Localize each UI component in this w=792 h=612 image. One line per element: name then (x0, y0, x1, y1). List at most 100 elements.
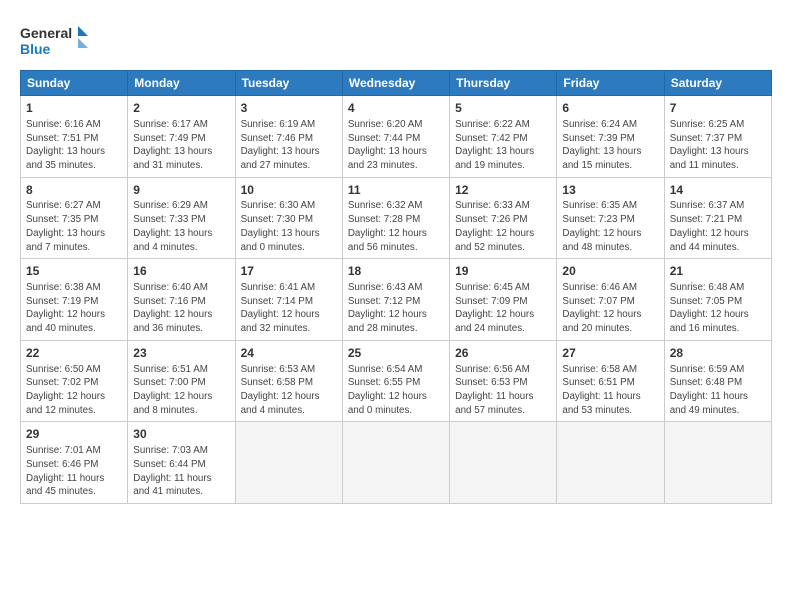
day-info: Sunrise: 6:46 AM Sunset: 7:07 PM Dayligh… (562, 281, 658, 336)
calendar-cell: 23Sunrise: 6:51 AM Sunset: 7:00 PM Dayli… (128, 340, 235, 422)
calendar-cell (664, 422, 771, 504)
calendar-cell: 28Sunrise: 6:59 AM Sunset: 6:48 PM Dayli… (664, 340, 771, 422)
day-number: 4 (348, 100, 444, 117)
day-number: 26 (455, 345, 551, 362)
day-info: Sunrise: 6:59 AM Sunset: 6:48 PM Dayligh… (670, 363, 766, 418)
day-info: Sunrise: 6:40 AM Sunset: 7:16 PM Dayligh… (133, 281, 229, 336)
day-info: Sunrise: 6:22 AM Sunset: 7:42 PM Dayligh… (455, 118, 551, 173)
calendar-cell: 24Sunrise: 6:53 AM Sunset: 6:58 PM Dayli… (235, 340, 342, 422)
day-info: Sunrise: 6:19 AM Sunset: 7:46 PM Dayligh… (241, 118, 337, 173)
day-number: 11 (348, 182, 444, 199)
day-info: Sunrise: 6:27 AM Sunset: 7:35 PM Dayligh… (26, 199, 122, 254)
day-number: 16 (133, 263, 229, 280)
calendar-cell: 30Sunrise: 7:03 AM Sunset: 6:44 PM Dayli… (128, 422, 235, 504)
calendar-cell: 25Sunrise: 6:54 AM Sunset: 6:55 PM Dayli… (342, 340, 449, 422)
day-number: 28 (670, 345, 766, 362)
calendar-cell: 17Sunrise: 6:41 AM Sunset: 7:14 PM Dayli… (235, 259, 342, 341)
calendar-cell: 9Sunrise: 6:29 AM Sunset: 7:33 PM Daylig… (128, 177, 235, 259)
day-info: Sunrise: 6:48 AM Sunset: 7:05 PM Dayligh… (670, 281, 766, 336)
calendar-cell (342, 422, 449, 504)
day-number: 18 (348, 263, 444, 280)
day-header-thursday: Thursday (450, 71, 557, 96)
calendar-cell: 22Sunrise: 6:50 AM Sunset: 7:02 PM Dayli… (21, 340, 128, 422)
day-info: Sunrise: 6:35 AM Sunset: 7:23 PM Dayligh… (562, 199, 658, 254)
calendar-cell: 7Sunrise: 6:25 AM Sunset: 7:37 PM Daylig… (664, 96, 771, 178)
calendar-cell (450, 422, 557, 504)
calendar-cell: 14Sunrise: 6:37 AM Sunset: 7:21 PM Dayli… (664, 177, 771, 259)
calendar-cell: 2Sunrise: 6:17 AM Sunset: 7:49 PM Daylig… (128, 96, 235, 178)
day-info: Sunrise: 6:45 AM Sunset: 7:09 PM Dayligh… (455, 281, 551, 336)
day-number: 2 (133, 100, 229, 117)
day-header-tuesday: Tuesday (235, 71, 342, 96)
calendar-cell: 4Sunrise: 6:20 AM Sunset: 7:44 PM Daylig… (342, 96, 449, 178)
day-number: 10 (241, 182, 337, 199)
calendar-body: 1Sunrise: 6:16 AM Sunset: 7:51 PM Daylig… (21, 96, 772, 504)
calendar-cell (557, 422, 664, 504)
day-info: Sunrise: 6:51 AM Sunset: 7:00 PM Dayligh… (133, 363, 229, 418)
calendar-cell: 11Sunrise: 6:32 AM Sunset: 7:28 PM Dayli… (342, 177, 449, 259)
day-number: 23 (133, 345, 229, 362)
calendar-cell: 16Sunrise: 6:40 AM Sunset: 7:16 PM Dayli… (128, 259, 235, 341)
day-number: 7 (670, 100, 766, 117)
day-info: Sunrise: 6:37 AM Sunset: 7:21 PM Dayligh… (670, 199, 766, 254)
day-header-saturday: Saturday (664, 71, 771, 96)
day-number: 25 (348, 345, 444, 362)
day-number: 1 (26, 100, 122, 117)
day-number: 21 (670, 263, 766, 280)
day-info: Sunrise: 6:17 AM Sunset: 7:49 PM Dayligh… (133, 118, 229, 173)
day-number: 19 (455, 263, 551, 280)
svg-text:General: General (20, 25, 72, 41)
calendar-cell: 29Sunrise: 7:01 AM Sunset: 6:46 PM Dayli… (21, 422, 128, 504)
day-number: 6 (562, 100, 658, 117)
day-number: 30 (133, 426, 229, 443)
day-number: 29 (26, 426, 122, 443)
calendar-cell: 19Sunrise: 6:45 AM Sunset: 7:09 PM Dayli… (450, 259, 557, 341)
calendar-cell: 20Sunrise: 6:46 AM Sunset: 7:07 PM Dayli… (557, 259, 664, 341)
calendar-cell: 26Sunrise: 6:56 AM Sunset: 6:53 PM Dayli… (450, 340, 557, 422)
day-info: Sunrise: 6:38 AM Sunset: 7:19 PM Dayligh… (26, 281, 122, 336)
day-info: Sunrise: 6:50 AM Sunset: 7:02 PM Dayligh… (26, 363, 122, 418)
day-info: Sunrise: 6:24 AM Sunset: 7:39 PM Dayligh… (562, 118, 658, 173)
day-info: Sunrise: 6:20 AM Sunset: 7:44 PM Dayligh… (348, 118, 444, 173)
calendar-week-5: 29Sunrise: 7:01 AM Sunset: 6:46 PM Dayli… (21, 422, 772, 504)
calendar-cell: 27Sunrise: 6:58 AM Sunset: 6:51 PM Dayli… (557, 340, 664, 422)
calendar-cell: 1Sunrise: 6:16 AM Sunset: 7:51 PM Daylig… (21, 96, 128, 178)
calendar-cell: 10Sunrise: 6:30 AM Sunset: 7:30 PM Dayli… (235, 177, 342, 259)
day-number: 13 (562, 182, 658, 199)
day-info: Sunrise: 6:25 AM Sunset: 7:37 PM Dayligh… (670, 118, 766, 173)
day-info: Sunrise: 6:58 AM Sunset: 6:51 PM Dayligh… (562, 363, 658, 418)
day-number: 12 (455, 182, 551, 199)
calendar-header-row: SundayMondayTuesdayWednesdayThursdayFrid… (21, 71, 772, 96)
day-number: 8 (26, 182, 122, 199)
day-info: Sunrise: 6:53 AM Sunset: 6:58 PM Dayligh… (241, 363, 337, 418)
day-number: 22 (26, 345, 122, 362)
calendar-cell: 18Sunrise: 6:43 AM Sunset: 7:12 PM Dayli… (342, 259, 449, 341)
calendar-cell: 21Sunrise: 6:48 AM Sunset: 7:05 PM Dayli… (664, 259, 771, 341)
day-info: Sunrise: 6:43 AM Sunset: 7:12 PM Dayligh… (348, 281, 444, 336)
calendar-week-4: 22Sunrise: 6:50 AM Sunset: 7:02 PM Dayli… (21, 340, 772, 422)
day-info: Sunrise: 6:16 AM Sunset: 7:51 PM Dayligh… (26, 118, 122, 173)
day-number: 24 (241, 345, 337, 362)
day-number: 17 (241, 263, 337, 280)
calendar: SundayMondayTuesdayWednesdayThursdayFrid… (20, 70, 772, 504)
day-header-monday: Monday (128, 71, 235, 96)
calendar-cell (235, 422, 342, 504)
day-header-wednesday: Wednesday (342, 71, 449, 96)
calendar-cell: 5Sunrise: 6:22 AM Sunset: 7:42 PM Daylig… (450, 96, 557, 178)
calendar-cell: 15Sunrise: 6:38 AM Sunset: 7:19 PM Dayli… (21, 259, 128, 341)
day-number: 15 (26, 263, 122, 280)
calendar-cell: 8Sunrise: 6:27 AM Sunset: 7:35 PM Daylig… (21, 177, 128, 259)
day-info: Sunrise: 7:01 AM Sunset: 6:46 PM Dayligh… (26, 444, 122, 499)
day-info: Sunrise: 6:41 AM Sunset: 7:14 PM Dayligh… (241, 281, 337, 336)
svg-text:Blue: Blue (20, 41, 51, 57)
day-info: Sunrise: 6:32 AM Sunset: 7:28 PM Dayligh… (348, 199, 444, 254)
calendar-week-1: 1Sunrise: 6:16 AM Sunset: 7:51 PM Daylig… (21, 96, 772, 178)
day-number: 27 (562, 345, 658, 362)
calendar-cell: 3Sunrise: 6:19 AM Sunset: 7:46 PM Daylig… (235, 96, 342, 178)
day-number: 9 (133, 182, 229, 199)
day-number: 20 (562, 263, 658, 280)
day-number: 3 (241, 100, 337, 117)
day-info: Sunrise: 6:56 AM Sunset: 6:53 PM Dayligh… (455, 363, 551, 418)
day-info: Sunrise: 7:03 AM Sunset: 6:44 PM Dayligh… (133, 444, 229, 499)
calendar-cell: 13Sunrise: 6:35 AM Sunset: 7:23 PM Dayli… (557, 177, 664, 259)
